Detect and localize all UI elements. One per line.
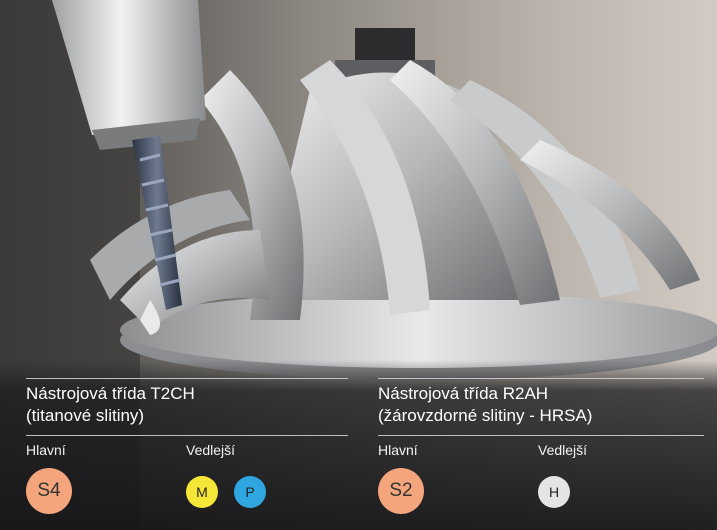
primary-badge-s2: S2	[378, 468, 424, 514]
secondary-badge-m: M	[186, 476, 218, 508]
divider	[378, 378, 704, 379]
panel-subtitle: (titanové slitiny)	[26, 406, 145, 425]
divider	[26, 435, 348, 436]
primary-badge-s4: S4	[26, 468, 72, 514]
category-labels: Hlavní Vedlejší	[378, 442, 704, 464]
tool-grade-t2ch-panel: Nástrojová třída T2CH (titanové slitiny)…	[26, 378, 348, 524]
badges-row: S2 H	[378, 464, 704, 524]
panel-title: Nástrojová třída R2AH	[378, 384, 549, 403]
secondary-label: Vedlejší	[538, 442, 588, 458]
secondary-badge-p: P	[234, 476, 266, 508]
secondary-badge-h: H	[538, 476, 570, 508]
divider	[378, 435, 704, 436]
panel-subtitle: (žárovzdorné slitiny - HRSA)	[378, 406, 593, 425]
tool-grade-r2ah-panel: Nástrojová třída R2AH (žárovzdorné sliti…	[378, 378, 704, 524]
primary-label: Hlavní	[26, 442, 66, 458]
badges-row: S4 M P	[26, 464, 348, 524]
banner: Nástrojová třída T2CH (titanové slitiny)…	[0, 0, 717, 530]
divider	[26, 378, 348, 379]
category-labels: Hlavní Vedlejší	[26, 442, 348, 464]
secondary-label: Vedlejší	[186, 442, 236, 458]
panel-title: Nástrojová třída T2CH	[26, 384, 195, 403]
primary-label: Hlavní	[378, 442, 418, 458]
